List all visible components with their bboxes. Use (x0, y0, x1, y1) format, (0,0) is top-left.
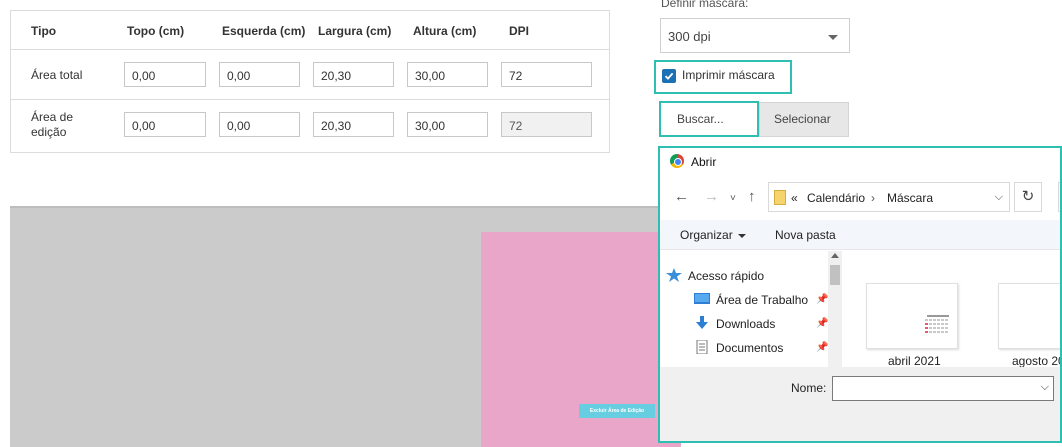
row-label: Área total (31, 68, 83, 82)
row-label-line2: edição (31, 125, 67, 139)
header-altura: Altura (cm) (413, 24, 477, 38)
navigation-bar: ← → ˅ ↑ « Calendário › Máscara ⌵ ↻ (660, 178, 1060, 218)
forward-arrow-icon[interactable]: → (704, 189, 719, 205)
breadcrumb-mascara[interactable]: Máscara (887, 191, 933, 205)
print-mask-option[interactable]: Imprimir máscara (654, 60, 792, 94)
nav-item-label: Área de Trabalho (716, 293, 809, 307)
select-value: 300 dpi (668, 29, 711, 44)
star-icon (666, 268, 682, 282)
nav-item-desktop[interactable]: Área de Trabalho (694, 293, 809, 307)
mask-dpi-select[interactable]: 300 dpi (660, 18, 850, 53)
caret-down-icon (828, 35, 838, 40)
document-icon (696, 340, 708, 354)
nav-item-label: Acesso rápido (688, 269, 765, 283)
breadcrumb-overflow[interactable]: « (791, 191, 798, 205)
header-esquerda: Esquerda (cm) (222, 24, 306, 38)
nav-item-label: Documentos (716, 341, 784, 355)
file-thumbnail[interactable] (998, 283, 1060, 349)
header-dpi: DPI (509, 24, 530, 38)
dialog-title: Abrir (691, 155, 717, 169)
print-mask-label: Imprimir máscara (682, 68, 775, 82)
up-arrow-icon[interactable]: ↑ (748, 189, 756, 205)
nav-item-label: Downloads (716, 317, 776, 331)
refresh-icon[interactable]: ↻ (1014, 182, 1042, 212)
table-header: Tipo Topo (cm) Esquerda (cm) Largura (cm… (11, 11, 609, 50)
folder-icon (774, 190, 786, 205)
address-dropdown-icon[interactable]: ⌵ (995, 191, 1003, 204)
check-icon (664, 72, 674, 80)
checkbox-checked[interactable] (662, 69, 676, 83)
editor-canvas: Excluir Área de Edição (10, 206, 681, 447)
address-bar[interactable]: « Calendário › Máscara ⌵ (768, 182, 1010, 212)
breadcrumb-separator-icon: › (871, 191, 875, 205)
file-name[interactable]: abril 2021 (888, 354, 941, 368)
esquerda-input[interactable]: 0,00 (219, 62, 300, 87)
pin-icon: 📌 (816, 342, 829, 353)
dialog-footer: Nome: ⌵ (660, 367, 1060, 441)
mask-label: Definir máscara: (661, 0, 749, 10)
nav-item-documents[interactable]: Documentos (696, 340, 784, 355)
esquerda-input[interactable]: 0,00 (219, 112, 300, 137)
nav-item-quick-access[interactable]: Acesso rápido (666, 268, 765, 283)
new-folder-button[interactable]: Nova pasta (775, 228, 836, 242)
organize-label: Organizar (680, 228, 733, 242)
file-name-input[interactable]: ⌵ (832, 376, 1054, 401)
selecionar-label: Selecionar (774, 112, 831, 126)
header-largura: Largura (cm) (318, 24, 392, 38)
scrollbar-thumb[interactable] (830, 265, 840, 285)
file-thumbnail[interactable] (866, 283, 958, 349)
dpi-readonly: 72 (501, 112, 592, 137)
desktop-icon (694, 293, 710, 304)
caret-down-icon (737, 233, 746, 238)
scroll-up-icon[interactable] (831, 253, 839, 258)
header-topo: Topo (cm) (127, 24, 185, 38)
buscar-button[interactable]: Buscar... (659, 101, 759, 137)
header-tipo: Tipo (31, 24, 57, 38)
pin-icon: 📌 (816, 294, 829, 305)
breadcrumb-calendario[interactable]: Calendário (807, 191, 865, 205)
open-file-dialog: Abrir ← → ˅ ↑ « Calendário › Máscara ⌵ ↻… (658, 146, 1062, 443)
altura-input[interactable]: 30,00 (407, 112, 488, 137)
table-row-area-edicao: Área de edição 0,00 0,00 20,30 30,00 72 (11, 100, 609, 150)
row-label-line1: Área de (31, 110, 74, 124)
altura-input[interactable]: 30,00 (407, 62, 488, 87)
chevron-down-icon[interactable]: ⌵ (1041, 381, 1049, 394)
back-arrow-icon[interactable]: ← (674, 189, 689, 205)
dpi-input[interactable]: 72 (501, 62, 592, 87)
organize-menu[interactable]: Organizar (680, 228, 746, 242)
dialog-titlebar: Abrir (660, 148, 1060, 178)
largura-input[interactable]: 20,30 (313, 62, 394, 87)
nav-item-downloads[interactable]: Downloads (696, 316, 776, 331)
selecionar-button[interactable]: Selecionar (759, 102, 849, 137)
file-name[interactable]: agosto 20 (1012, 354, 1060, 368)
recent-locations-chevron-icon[interactable]: ˅ (730, 191, 736, 207)
download-icon (696, 316, 708, 329)
delete-edit-area-button[interactable]: Excluir Área de Edição (579, 404, 655, 418)
file-list: abril 2021 agosto 20 (842, 251, 1060, 368)
name-label: Nome: (791, 381, 827, 395)
topo-input[interactable]: 0,00 (124, 62, 206, 87)
search-box[interactable] (1058, 182, 1060, 212)
table-row-area-total: Área total 0,00 0,00 20,30 30,00 72 (11, 50, 609, 100)
buscar-label: Buscar... (677, 112, 724, 126)
dimensions-table: Tipo Topo (cm) Esquerda (cm) Largura (cm… (10, 10, 610, 153)
pin-icon: 📌 (816, 318, 829, 329)
topo-input[interactable]: 0,00 (124, 112, 206, 137)
calendar-preview-icon (923, 314, 953, 340)
page: Tipo Topo (cm) Esquerda (cm) Largura (cm… (0, 0, 1062, 447)
largura-input[interactable]: 20,30 (313, 112, 394, 137)
nav-scrollbar[interactable] (828, 251, 842, 367)
chrome-icon (670, 154, 684, 168)
command-bar: Organizar Nova pasta (660, 220, 1060, 250)
navigation-pane: Acesso rápido Área de Trabalho 📌 Downloa… (660, 251, 842, 367)
